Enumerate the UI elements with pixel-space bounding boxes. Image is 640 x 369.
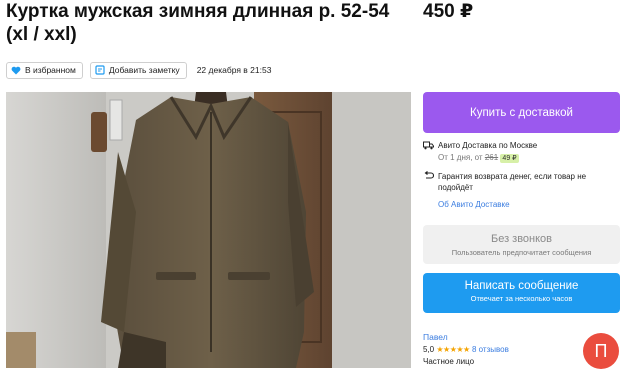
guarantee-row: Гарантия возврата денег, если товар не п… xyxy=(423,171,623,193)
seller-name[interactable]: Павел xyxy=(423,332,583,342)
write-message-label: Написать сообщение xyxy=(464,280,579,292)
delivery-info: Авито Доставка по Москве От 1 дня, от 26… xyxy=(423,141,623,209)
listing-actions: В избранном Добавить заметку 22 декабря … xyxy=(6,61,271,79)
add-note-button[interactable]: Добавить заметку xyxy=(89,61,187,79)
no-calls-subtitle: Пользователь предпочитает сообщения xyxy=(451,248,592,257)
guarantee-text: Гарантия возврата денег, если товар не п… xyxy=(438,172,587,192)
note-icon xyxy=(95,65,105,75)
favorite-button[interactable]: В избранном xyxy=(6,61,83,79)
truck-icon xyxy=(423,141,434,150)
about-delivery-link[interactable]: Об Авито Доставке xyxy=(438,200,623,209)
listing-date: 22 декабря в 21:53 xyxy=(196,65,272,75)
seller-avatar[interactable]: П xyxy=(583,333,619,369)
seller-rating-row: 5,0 ★★★★★ 8 отзывов xyxy=(423,345,583,354)
seller-info: Павел 5,0 ★★★★★ 8 отзывов Частное лицо xyxy=(423,332,583,366)
add-note-label: Добавить заметку xyxy=(108,65,180,75)
seller-rating: 5,0 xyxy=(423,345,435,354)
buy-with-delivery-button[interactable]: Купить с доставкой xyxy=(423,92,620,133)
listing-price: 450 ₽ xyxy=(423,1,474,22)
listing-photo[interactable] xyxy=(6,92,411,368)
rating-stars-icon: ★★★★★ xyxy=(436,345,470,354)
delivery-from: От 1 дня, от xyxy=(438,153,483,162)
favorite-label: В избранном xyxy=(25,65,76,75)
no-calls-title: Без звонков xyxy=(490,233,553,245)
heart-icon xyxy=(11,66,21,74)
seller-reviews-link[interactable]: 8 отзывов xyxy=(472,345,509,354)
delivery-new-price: 49 ₽ xyxy=(500,154,519,163)
return-arrow-icon xyxy=(424,171,434,179)
delivery-terms: От 1 дня, от 261 49 ₽ xyxy=(438,153,537,163)
seller-type: Частное лицо xyxy=(423,357,475,366)
no-calls-panel: Без звонков Пользователь предпочитает со… xyxy=(423,225,620,264)
avatar-letter: П xyxy=(594,340,608,361)
delivery-title: Авито Доставка по Москве xyxy=(438,141,538,150)
jacket-photo-image xyxy=(6,92,411,368)
reply-time: Отвечает за несколько часов xyxy=(470,294,573,303)
write-message-button[interactable]: Написать сообщение Отвечает за несколько… xyxy=(423,273,620,313)
delivery-old-price: 261 xyxy=(484,153,499,162)
listing-title: Куртка мужская зимняя длинная р. 52-54 (… xyxy=(6,1,390,45)
buy-with-delivery-label: Купить с доставкой xyxy=(470,106,573,119)
delivery-row: Авито Доставка по Москве От 1 дня, от 26… xyxy=(423,141,623,163)
